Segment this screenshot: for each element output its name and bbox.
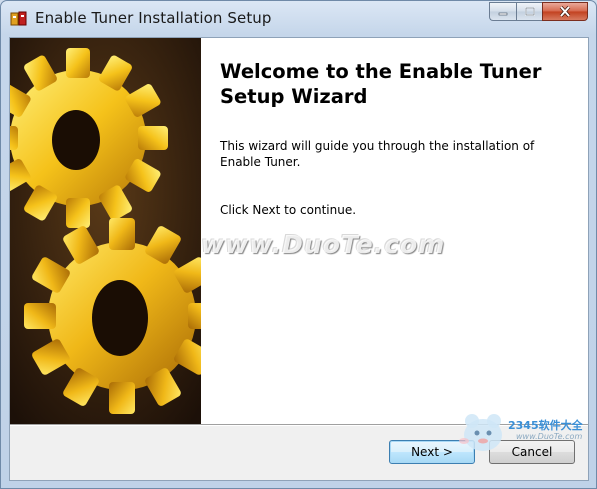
corner-brand-text: 2345软件大全: [508, 419, 583, 432]
wizard-banner: [10, 38, 201, 424]
maximize-icon: [524, 7, 535, 16]
close-icon: [559, 6, 571, 17]
wizard-description: This wizard will guide you through the i…: [220, 139, 535, 169]
corner-watermark-logo: 2345软件大全 www.DuoTe.com: [456, 409, 596, 457]
welcome-heading: Welcome to the Enable Tuner Setup Wizard: [220, 60, 542, 108]
window-title: Enable Tuner Installation Setup: [35, 9, 272, 27]
setup-window: Enable Tuner Installation Setup Welcome …: [0, 0, 597, 489]
maximize-button[interactable]: [516, 2, 542, 21]
caption-buttons: [489, 2, 588, 21]
minimize-icon: [498, 12, 508, 15]
setup-icon: [10, 11, 27, 26]
gears-image: [10, 38, 201, 424]
minimize-button[interactable]: [489, 2, 516, 21]
continue-hint: Click Next to continue.: [220, 203, 357, 217]
corner-url-text: www.DuoTe.com: [516, 432, 583, 441]
close-button[interactable]: [542, 2, 588, 21]
center-watermark: www.DuoTe.com: [201, 230, 446, 259]
title-bar[interactable]: Enable Tuner Installation Setup: [1, 1, 596, 37]
mascot-icon: [459, 414, 502, 451]
